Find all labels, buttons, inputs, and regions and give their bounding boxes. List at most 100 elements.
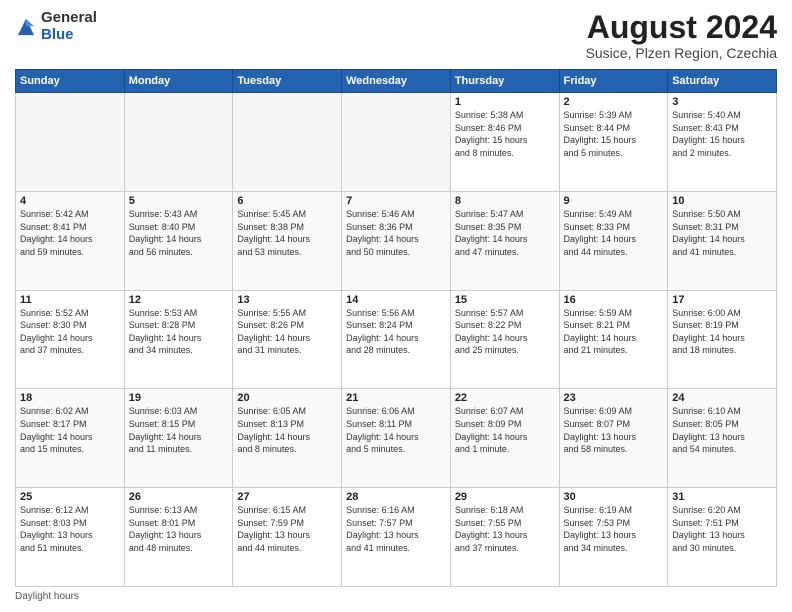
- logo-general: General: [41, 10, 97, 27]
- calendar-cell: 24Sunrise: 6:10 AM Sunset: 8:05 PM Dayli…: [668, 389, 777, 488]
- day-info: Sunrise: 5:43 AM Sunset: 8:40 PM Dayligh…: [129, 208, 229, 258]
- footer-note: Daylight hours: [15, 591, 777, 602]
- day-info: Sunrise: 6:03 AM Sunset: 8:15 PM Dayligh…: [129, 405, 229, 455]
- logo-blue: Blue: [41, 27, 97, 44]
- day-info: Sunrise: 6:12 AM Sunset: 8:03 PM Dayligh…: [20, 504, 120, 554]
- day-number: 11: [20, 294, 120, 306]
- calendar-cell: 17Sunrise: 6:00 AM Sunset: 8:19 PM Dayli…: [668, 290, 777, 389]
- day-info: Sunrise: 5:46 AM Sunset: 8:36 PM Dayligh…: [346, 208, 446, 258]
- day-number: 5: [129, 195, 229, 207]
- day-number: 26: [129, 491, 229, 503]
- day-number: 3: [672, 96, 772, 108]
- day-info: Sunrise: 5:45 AM Sunset: 8:38 PM Dayligh…: [237, 208, 337, 258]
- calendar-cell: 5Sunrise: 5:43 AM Sunset: 8:40 PM Daylig…: [124, 191, 233, 290]
- day-number: 22: [455, 392, 555, 404]
- subtitle: Susice, Plzen Region, Czechia: [586, 45, 777, 61]
- page: General Blue August 2024 Susice, Plzen R…: [0, 0, 792, 612]
- day-number: 21: [346, 392, 446, 404]
- day-header-thursday: Thursday: [450, 70, 559, 93]
- day-info: Sunrise: 5:39 AM Sunset: 8:44 PM Dayligh…: [564, 109, 664, 159]
- calendar-cell: 22Sunrise: 6:07 AM Sunset: 8:09 PM Dayli…: [450, 389, 559, 488]
- calendar-cell: [16, 93, 125, 192]
- day-info: Sunrise: 6:20 AM Sunset: 7:51 PM Dayligh…: [672, 504, 772, 554]
- day-info: Sunrise: 6:09 AM Sunset: 8:07 PM Dayligh…: [564, 405, 664, 455]
- day-number: 23: [564, 392, 664, 404]
- title-block: August 2024 Susice, Plzen Region, Czechi…: [586, 10, 777, 61]
- day-info: Sunrise: 6:06 AM Sunset: 8:11 PM Dayligh…: [346, 405, 446, 455]
- calendar-cell: 6Sunrise: 5:45 AM Sunset: 8:38 PM Daylig…: [233, 191, 342, 290]
- day-info: Sunrise: 5:56 AM Sunset: 8:24 PM Dayligh…: [346, 307, 446, 357]
- calendar-cell: 30Sunrise: 6:19 AM Sunset: 7:53 PM Dayli…: [559, 488, 668, 587]
- calendar-cell: 11Sunrise: 5:52 AM Sunset: 8:30 PM Dayli…: [16, 290, 125, 389]
- calendar-cell: 21Sunrise: 6:06 AM Sunset: 8:11 PM Dayli…: [342, 389, 451, 488]
- day-number: 13: [237, 294, 337, 306]
- calendar-cell: [124, 93, 233, 192]
- day-number: 29: [455, 491, 555, 503]
- day-info: Sunrise: 6:02 AM Sunset: 8:17 PM Dayligh…: [20, 405, 120, 455]
- day-info: Sunrise: 5:47 AM Sunset: 8:35 PM Dayligh…: [455, 208, 555, 258]
- calendar-cell: 31Sunrise: 6:20 AM Sunset: 7:51 PM Dayli…: [668, 488, 777, 587]
- day-number: 30: [564, 491, 664, 503]
- day-info: Sunrise: 5:57 AM Sunset: 8:22 PM Dayligh…: [455, 307, 555, 357]
- day-number: 20: [237, 392, 337, 404]
- day-info: Sunrise: 6:07 AM Sunset: 8:09 PM Dayligh…: [455, 405, 555, 455]
- day-number: 8: [455, 195, 555, 207]
- week-row-1: 1Sunrise: 5:38 AM Sunset: 8:46 PM Daylig…: [16, 93, 777, 192]
- day-info: Sunrise: 5:53 AM Sunset: 8:28 PM Dayligh…: [129, 307, 229, 357]
- day-info: Sunrise: 5:55 AM Sunset: 8:26 PM Dayligh…: [237, 307, 337, 357]
- day-number: 2: [564, 96, 664, 108]
- day-info: Sunrise: 6:15 AM Sunset: 7:59 PM Dayligh…: [237, 504, 337, 554]
- calendar-cell: 26Sunrise: 6:13 AM Sunset: 8:01 PM Dayli…: [124, 488, 233, 587]
- day-info: Sunrise: 5:52 AM Sunset: 8:30 PM Dayligh…: [20, 307, 120, 357]
- day-number: 27: [237, 491, 337, 503]
- week-row-2: 4Sunrise: 5:42 AM Sunset: 8:41 PM Daylig…: [16, 191, 777, 290]
- day-info: Sunrise: 6:18 AM Sunset: 7:55 PM Dayligh…: [455, 504, 555, 554]
- day-number: 15: [455, 294, 555, 306]
- week-row-5: 25Sunrise: 6:12 AM Sunset: 8:03 PM Dayli…: [16, 488, 777, 587]
- day-number: 19: [129, 392, 229, 404]
- calendar-cell: 1Sunrise: 5:38 AM Sunset: 8:46 PM Daylig…: [450, 93, 559, 192]
- day-header-sunday: Sunday: [16, 70, 125, 93]
- day-number: 14: [346, 294, 446, 306]
- day-number: 18: [20, 392, 120, 404]
- day-number: 6: [237, 195, 337, 207]
- calendar-cell: 28Sunrise: 6:16 AM Sunset: 7:57 PM Dayli…: [342, 488, 451, 587]
- day-info: Sunrise: 5:59 AM Sunset: 8:21 PM Dayligh…: [564, 307, 664, 357]
- calendar-cell: 19Sunrise: 6:03 AM Sunset: 8:15 PM Dayli…: [124, 389, 233, 488]
- day-number: 1: [455, 96, 555, 108]
- calendar-cell: 9Sunrise: 5:49 AM Sunset: 8:33 PM Daylig…: [559, 191, 668, 290]
- day-info: Sunrise: 6:16 AM Sunset: 7:57 PM Dayligh…: [346, 504, 446, 554]
- calendar-cell: 3Sunrise: 5:40 AM Sunset: 8:43 PM Daylig…: [668, 93, 777, 192]
- calendar-cell: 27Sunrise: 6:15 AM Sunset: 7:59 PM Dayli…: [233, 488, 342, 587]
- calendar-cell: 7Sunrise: 5:46 AM Sunset: 8:36 PM Daylig…: [342, 191, 451, 290]
- calendar-cell: 23Sunrise: 6:09 AM Sunset: 8:07 PM Dayli…: [559, 389, 668, 488]
- day-info: Sunrise: 6:13 AM Sunset: 8:01 PM Dayligh…: [129, 504, 229, 554]
- day-number: 31: [672, 491, 772, 503]
- calendar-cell: 25Sunrise: 6:12 AM Sunset: 8:03 PM Dayli…: [16, 488, 125, 587]
- calendar-cell: 18Sunrise: 6:02 AM Sunset: 8:17 PM Dayli…: [16, 389, 125, 488]
- calendar-header-row: SundayMondayTuesdayWednesdayThursdayFrid…: [16, 70, 777, 93]
- calendar-cell: 16Sunrise: 5:59 AM Sunset: 8:21 PM Dayli…: [559, 290, 668, 389]
- day-info: Sunrise: 6:00 AM Sunset: 8:19 PM Dayligh…: [672, 307, 772, 357]
- calendar-cell: 10Sunrise: 5:50 AM Sunset: 8:31 PM Dayli…: [668, 191, 777, 290]
- header: General Blue August 2024 Susice, Plzen R…: [15, 10, 777, 61]
- day-number: 4: [20, 195, 120, 207]
- main-title: August 2024: [586, 10, 777, 45]
- calendar-cell: 15Sunrise: 5:57 AM Sunset: 8:22 PM Dayli…: [450, 290, 559, 389]
- day-info: Sunrise: 5:49 AM Sunset: 8:33 PM Dayligh…: [564, 208, 664, 258]
- calendar-cell: 13Sunrise: 5:55 AM Sunset: 8:26 PM Dayli…: [233, 290, 342, 389]
- day-number: 25: [20, 491, 120, 503]
- day-header-wednesday: Wednesday: [342, 70, 451, 93]
- day-number: 12: [129, 294, 229, 306]
- day-info: Sunrise: 5:42 AM Sunset: 8:41 PM Dayligh…: [20, 208, 120, 258]
- day-info: Sunrise: 5:40 AM Sunset: 8:43 PM Dayligh…: [672, 109, 772, 159]
- day-header-friday: Friday: [559, 70, 668, 93]
- calendar-cell: 29Sunrise: 6:18 AM Sunset: 7:55 PM Dayli…: [450, 488, 559, 587]
- day-info: Sunrise: 5:38 AM Sunset: 8:46 PM Dayligh…: [455, 109, 555, 159]
- day-number: 17: [672, 294, 772, 306]
- day-header-tuesday: Tuesday: [233, 70, 342, 93]
- day-number: 7: [346, 195, 446, 207]
- day-number: 28: [346, 491, 446, 503]
- day-info: Sunrise: 5:50 AM Sunset: 8:31 PM Dayligh…: [672, 208, 772, 258]
- logo-icon: [15, 16, 37, 38]
